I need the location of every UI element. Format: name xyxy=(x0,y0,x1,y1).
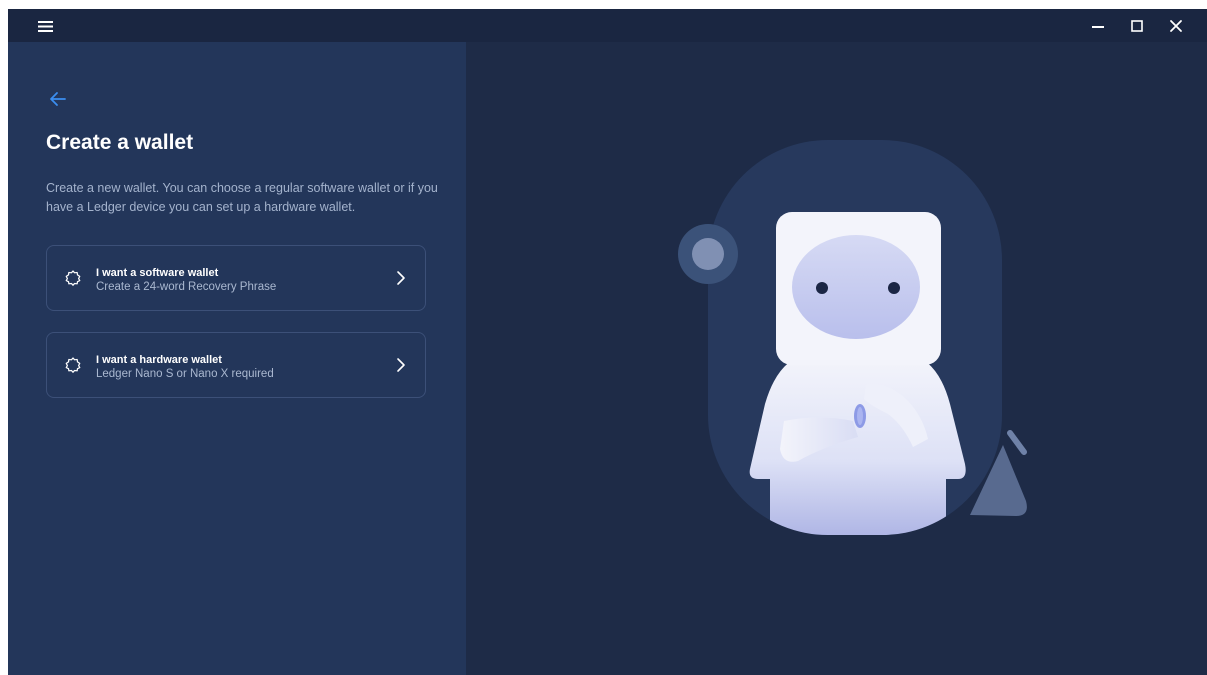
app-window: Create a wallet Create a new wallet. You… xyxy=(8,9,1207,675)
robot-illustration xyxy=(678,140,1027,535)
